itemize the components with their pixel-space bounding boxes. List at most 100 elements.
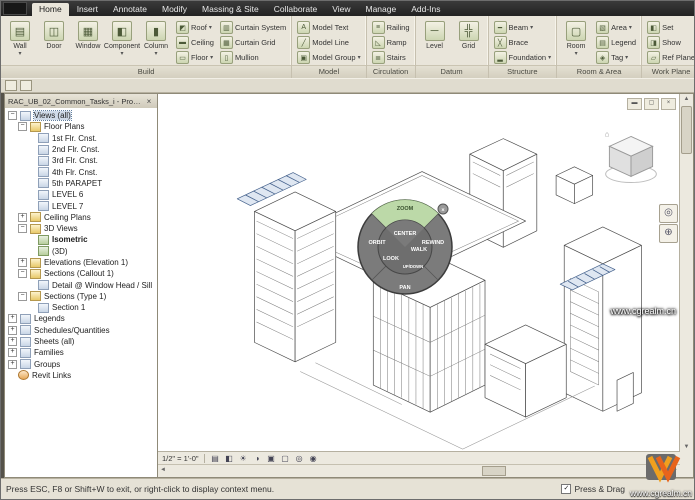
tree-item-3rd-flr-cnst[interactable]: 3rd Flr. Cnst.	[5, 155, 157, 166]
detail-level-icon[interactable]: ▤	[210, 454, 221, 463]
tree-item-sheets-all[interactable]: +Sheets (all)	[5, 336, 157, 347]
collapse-toggle-icon[interactable]: −	[18, 224, 27, 233]
options-bar-icon[interactable]	[5, 80, 17, 91]
expand-toggle-icon[interactable]: +	[8, 360, 17, 369]
tab-massing-site[interactable]: Massing & Site	[195, 3, 266, 16]
wheel-center-label[interactable]: CENTER	[394, 231, 417, 237]
tab-view[interactable]: View	[325, 3, 357, 16]
tree-item-legends[interactable]: +Legends	[5, 313, 157, 324]
panel-title-structure[interactable]: Structure	[489, 65, 557, 78]
ribbon-button-legend[interactable]: ▤Legend	[594, 35, 638, 50]
wheel-rewind-label[interactable]: REWIND	[422, 240, 444, 246]
collapse-toggle-icon[interactable]: −	[18, 122, 27, 131]
tab-collaborate[interactable]: Collaborate	[267, 3, 324, 16]
shadows-icon[interactable]: ◑	[252, 454, 263, 463]
ribbon-button-level[interactable]: ─Level	[419, 18, 451, 65]
tab-modify[interactable]: Modify	[155, 3, 194, 16]
scroll-down-icon[interactable]: ▼	[684, 442, 690, 452]
tree-item-ceiling-plans[interactable]: +Ceiling Plans	[5, 212, 157, 223]
tree-item-isometric[interactable]: Isometric	[5, 234, 157, 245]
scroll-left-icon[interactable]: ◄	[160, 467, 166, 473]
tree-item-schedules-quantities[interactable]: +Schedules/Quantities	[5, 325, 157, 336]
steering-wheel-button[interactable]: ◎	[659, 204, 678, 223]
tree-item-elevations-elevation-1[interactable]: +Elevations (Elevation 1)	[5, 257, 157, 268]
steering-wheel[interactable]: ZOOM REWIND PAN ORBIT CENTER WALK LOOK U…	[355, 197, 455, 297]
panel-title-build[interactable]: Build	[1, 65, 291, 78]
press-drag-toggle[interactable]: ✓ Press & Drag	[561, 484, 625, 494]
ribbon-button-component[interactable]: ◧Component▾	[106, 18, 138, 65]
ribbon-button-roof[interactable]: ◩Roof▾	[174, 20, 216, 35]
ribbon-button-brace[interactable]: ╳Brace	[492, 35, 554, 50]
panel-title-work-plane[interactable]: Work Plane	[642, 65, 694, 78]
tree-item-level-7[interactable]: LEVEL 7	[5, 200, 157, 211]
ribbon-button-stairs[interactable]: ≣Stairs	[370, 50, 412, 65]
panel-title-datum[interactable]: Datum	[416, 65, 488, 78]
ribbon-button-foundation[interactable]: ▂Foundation▾	[492, 50, 554, 65]
ribbon-button-ramp[interactable]: ◺Ramp	[370, 35, 412, 50]
expand-toggle-icon[interactable]: +	[8, 314, 17, 323]
application-menu-icon[interactable]	[3, 2, 27, 15]
ribbon-button-show[interactable]: ◨Show	[645, 35, 694, 50]
ribbon-button-area[interactable]: ▧Area▾	[594, 20, 638, 35]
collapse-toggle-icon[interactable]: −	[8, 111, 17, 120]
scrollbar-thumb[interactable]	[482, 466, 506, 476]
tree-item-sections-type-1[interactable]: −Sections (Type 1)	[5, 291, 157, 302]
scale-button[interactable]: 1/2" = 1'-0"	[162, 454, 199, 463]
ribbon-button-wall[interactable]: ▤Wall▾	[4, 18, 36, 65]
tab-add-ins[interactable]: Add-Ins	[404, 3, 447, 16]
close-icon[interactable]: ×	[441, 208, 444, 214]
scrollbar-thumb[interactable]	[681, 106, 692, 154]
tree-item-level-6[interactable]: LEVEL 6	[5, 189, 157, 200]
ribbon-button-set[interactable]: ◧Set	[645, 20, 694, 35]
tree-item-3d[interactable]: (3D)	[5, 246, 157, 257]
tree-item-floor-plans[interactable]: −Floor Plans	[5, 121, 157, 132]
wheel-look-label[interactable]: LOOK	[383, 256, 399, 262]
collapse-toggle-icon[interactable]: −	[18, 292, 27, 301]
ribbon-button-floor[interactable]: ▭Floor▾	[174, 50, 216, 65]
tab-insert[interactable]: Insert	[70, 3, 105, 16]
tree-item-4th-flr-cnst[interactable]: 4th Flr. Cnst.	[5, 166, 157, 177]
expand-toggle-icon[interactable]: +	[18, 258, 27, 267]
tree-item-families[interactable]: +Families	[5, 347, 157, 358]
ribbon-button-ceiling[interactable]: ▬Ceiling	[174, 35, 216, 50]
expand-toggle-icon[interactable]: +	[18, 213, 27, 222]
sun-path-icon[interactable]: ☀	[238, 454, 249, 463]
reveal-hidden-icon[interactable]: ◉	[308, 454, 319, 463]
tree-item-5th-parapet[interactable]: 5th PARAPET	[5, 178, 157, 189]
wheel-close-button[interactable]: ×	[438, 204, 448, 214]
ribbon-button-model-line[interactable]: ╱Model Line	[295, 35, 362, 50]
expand-toggle-icon[interactable]: +	[8, 348, 17, 357]
view-cube[interactable]: ⌂	[600, 128, 662, 190]
close-icon[interactable]: ×	[661, 98, 676, 110]
tree-item-views-all[interactable]: −Views (all)	[5, 110, 157, 121]
collapse-toggle-icon[interactable]: −	[18, 269, 27, 278]
wheel-walk-label[interactable]: WALK	[411, 247, 427, 253]
options-bar-icon[interactable]	[20, 80, 32, 91]
ribbon-button-window[interactable]: ▦Window	[72, 18, 104, 65]
tab-manage[interactable]: Manage	[359, 3, 404, 16]
ribbon-button-tag[interactable]: ◈Tag▾	[594, 50, 638, 65]
tab-annotate[interactable]: Annotate	[106, 3, 154, 16]
horizontal-scrollbar[interactable]: ◄ ►	[158, 464, 680, 477]
wheel-orbit-label[interactable]: ORBIT	[368, 240, 386, 246]
ribbon-button-curtain-system[interactable]: ▥Curtain System	[218, 20, 288, 35]
ribbon-button-door[interactable]: ◫Door	[38, 18, 70, 65]
ribbon-button-mullion[interactable]: ▯Mullion	[218, 50, 288, 65]
tree-item-section-1[interactable]: Section 1	[5, 302, 157, 313]
minimize-icon[interactable]: ▬	[627, 98, 642, 110]
tree-item-1st-flr-cnst[interactable]: 1st Flr. Cnst.	[5, 133, 157, 144]
home-icon[interactable]: ⌂	[605, 129, 610, 138]
visual-style-icon[interactable]: ◧	[224, 454, 235, 463]
ribbon-button-grid[interactable]: ╬Grid	[453, 18, 485, 65]
project-browser-header[interactable]: RAC_UB_02_Common_Tasks_i - Project... ×	[5, 94, 157, 108]
ribbon-button-curtain-grid[interactable]: ▦Curtain Grid	[218, 35, 288, 50]
expand-toggle-icon[interactable]: +	[8, 337, 17, 346]
tab-home[interactable]: Home	[32, 3, 69, 16]
drawing-area[interactable]: ZOOM REWIND PAN ORBIT CENTER WALK LOOK U…	[158, 93, 694, 478]
ribbon-button-beam[interactable]: ━Beam▾	[492, 20, 554, 35]
view-viewport[interactable]: ZOOM REWIND PAN ORBIT CENTER WALK LOOK U…	[158, 94, 680, 452]
ribbon-button-room[interactable]: ▢Room▾	[560, 18, 592, 65]
ribbon-button-column[interactable]: ▮Column▾	[140, 18, 172, 65]
wheel-zoom-label[interactable]: ZOOM	[397, 206, 414, 212]
press-drag-checkbox[interactable]: ✓	[561, 484, 571, 494]
